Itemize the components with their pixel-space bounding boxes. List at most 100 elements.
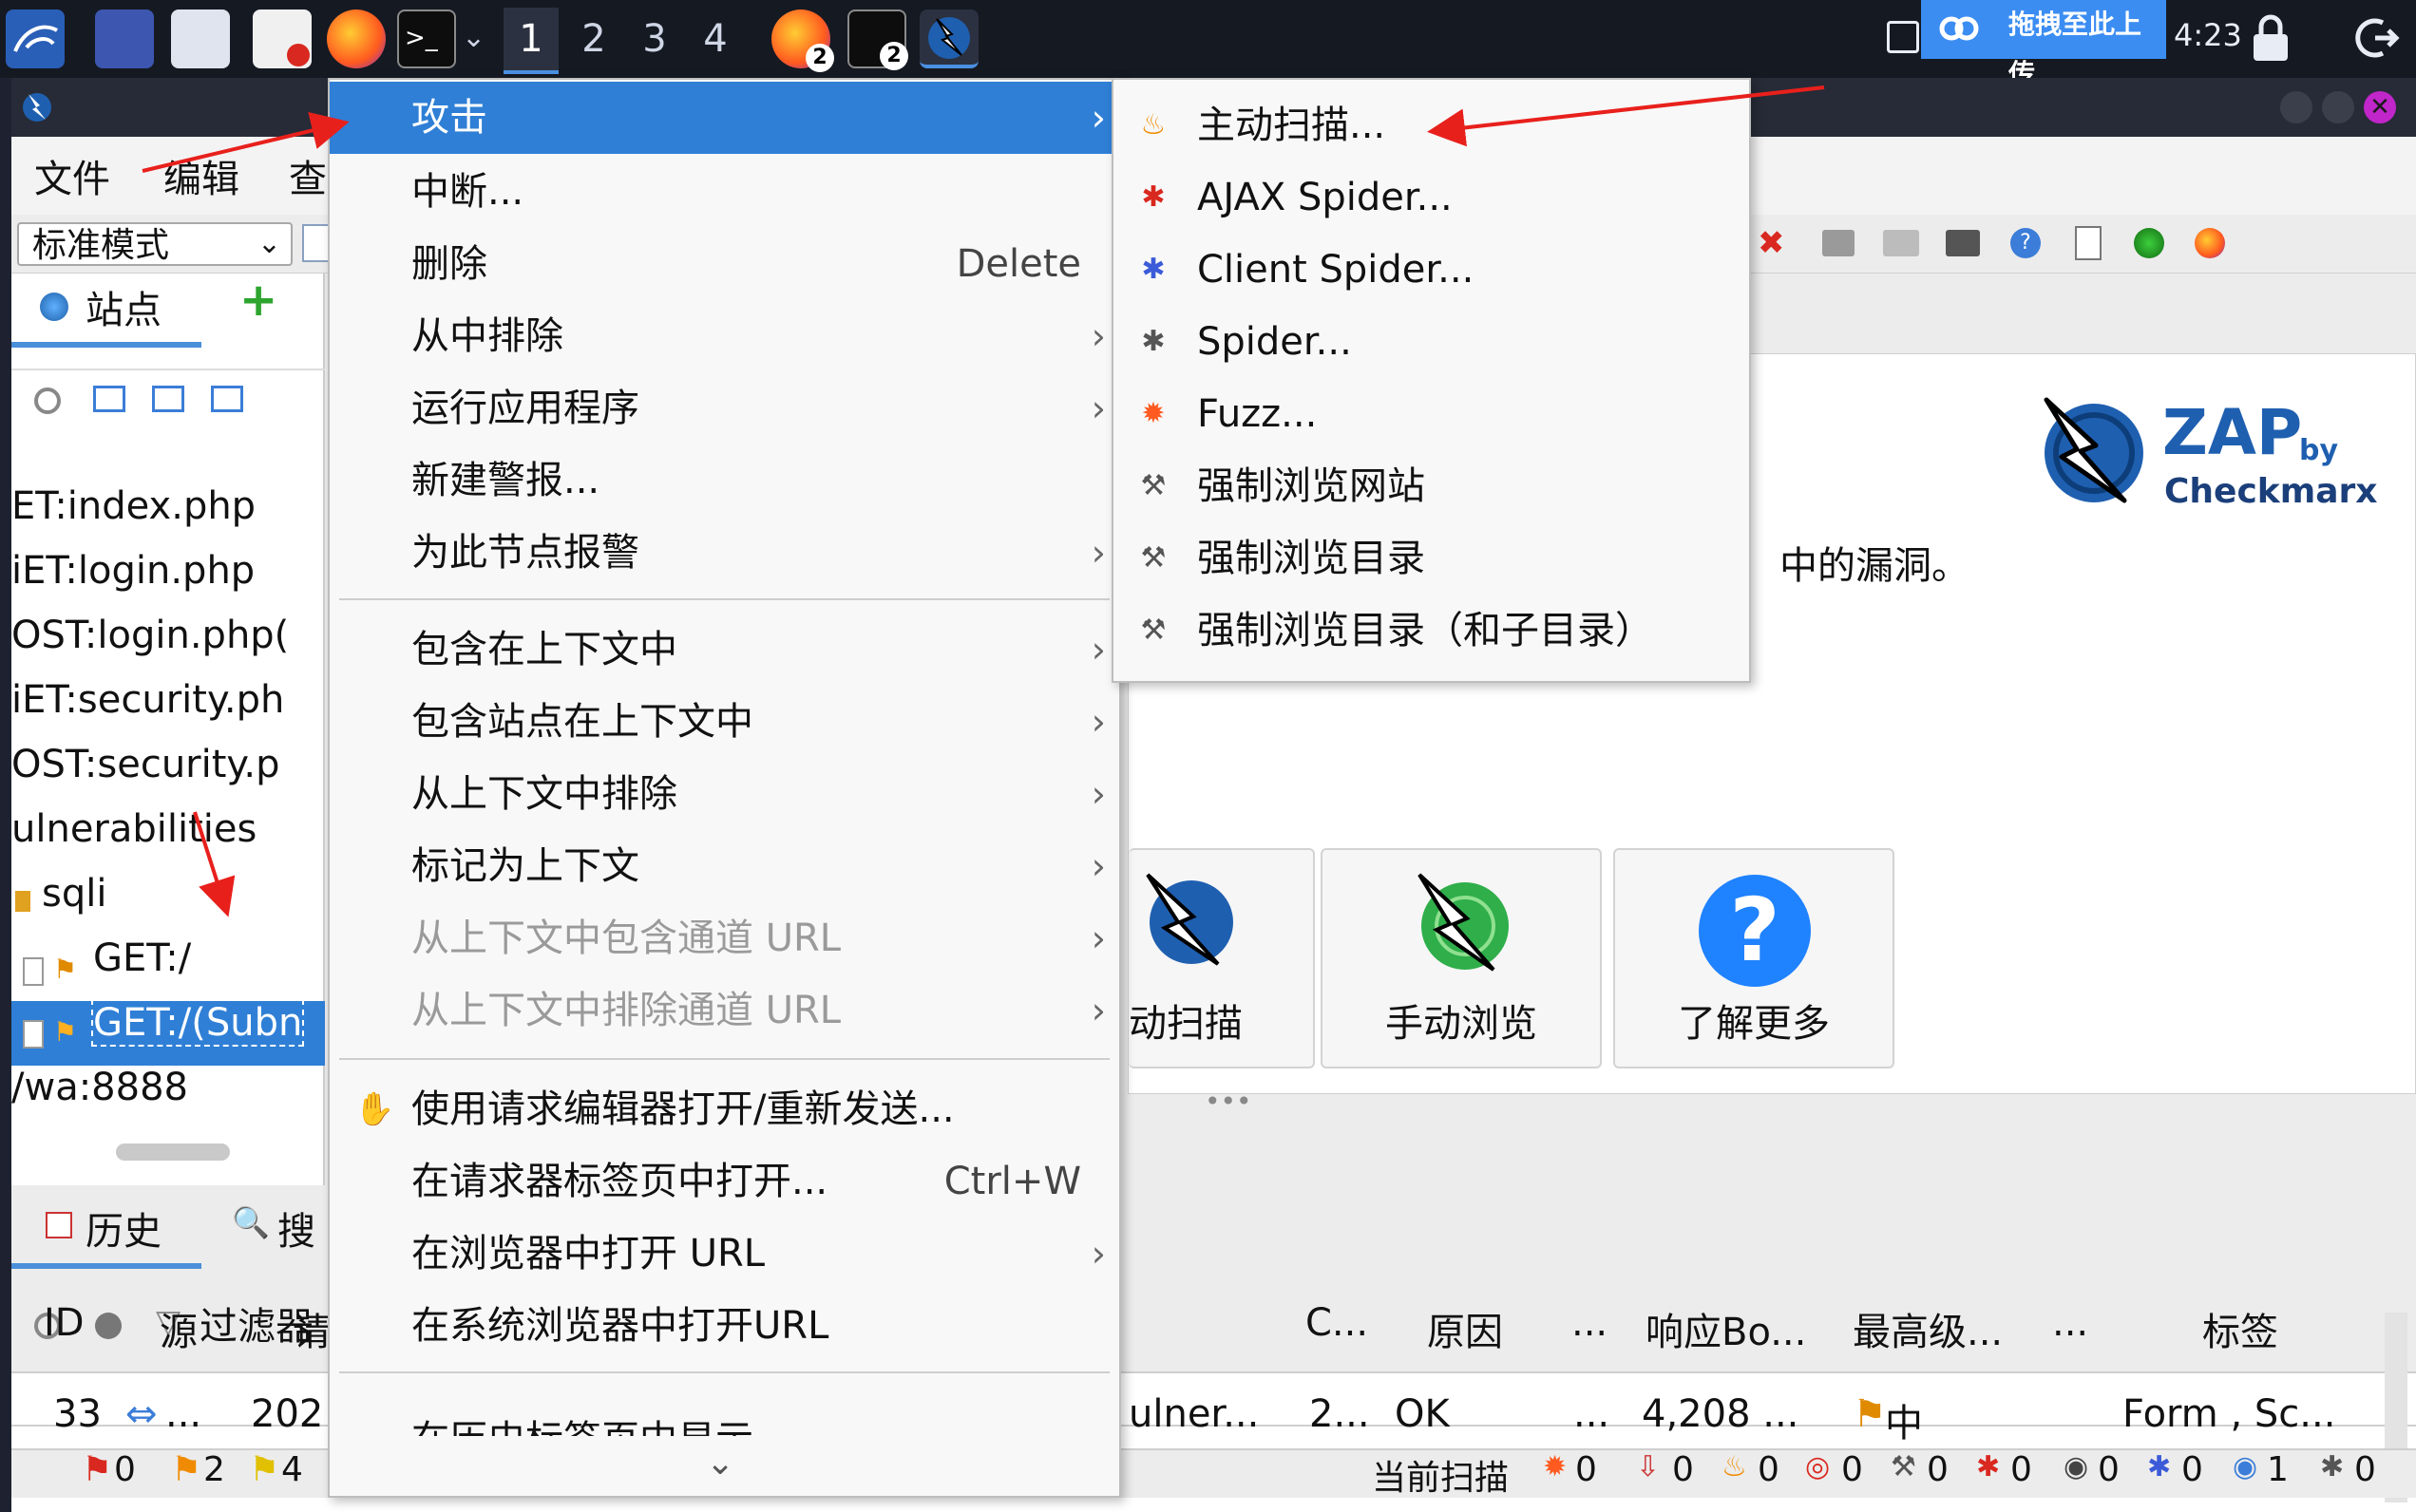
horizontal-scrollbar[interactable] <box>116 1143 230 1161</box>
delete-icon[interactable]: ✖ <box>1758 227 1788 259</box>
workspace-3[interactable]: 3 <box>627 8 682 70</box>
new-session-icon[interactable] <box>302 224 331 262</box>
kali-menu-icon[interactable] <box>6 9 65 68</box>
export-context-icon[interactable] <box>211 386 243 412</box>
menu-item-flag-as-context[interactable]: 标记为上下文 › <box>330 830 1119 902</box>
mode-select[interactable]: 标准模式 ⌄ <box>17 222 293 266</box>
submenu-item-forced-browse-site[interactable]: ⚒ 强制浏览网站 <box>1113 450 1749 522</box>
menu-item-include-site-in-context[interactable]: 包含站点在上下文中 › <box>330 686 1119 758</box>
keyboard-icon[interactable] <box>1822 230 1855 256</box>
clock: 4:23 <box>2174 17 2242 53</box>
submenu-item-fuzz[interactable]: ✹ Fuzz... <box>1113 378 1749 450</box>
menu-item-new-alert[interactable]: 新建警报... <box>330 444 1119 517</box>
automated-scan-button[interactable]: 动扫描 <box>1129 848 1315 1068</box>
status-green-icon[interactable] <box>2134 228 2164 258</box>
cell-id: 33 <box>53 1392 102 1436</box>
cell-request: 202 <box>251 1392 324 1436</box>
close-button[interactable]: ✕ <box>2364 91 2396 123</box>
tab-sites[interactable]: 站点 <box>86 279 162 334</box>
menu-item-delete[interactable]: 删除 Delete <box>330 228 1119 300</box>
console-icon[interactable] <box>1946 230 1980 256</box>
menu-view[interactable]: 查 <box>289 148 327 203</box>
chevron-right-icon: › <box>1091 845 1106 887</box>
menu-item-open-request-editor[interactable]: ✋ 使用请求编辑器打开/重新发送... <box>330 1073 1119 1145</box>
menu-item-run-application[interactable]: 运行应用程序 › <box>330 372 1119 444</box>
col-tags[interactable]: 标签 <box>2202 1301 2278 1356</box>
tree-node[interactable]: iET:security.ph <box>11 678 284 722</box>
tree-node[interactable]: iET:login.php <box>11 549 255 593</box>
tree-node[interactable]: ET:index.php <box>11 484 256 528</box>
chevron-right-icon: › <box>1091 387 1106 429</box>
menu-item-open-url-in-browser[interactable]: 在浏览器中打开 URL › <box>330 1218 1119 1290</box>
browser-icon[interactable] <box>2195 228 2225 258</box>
tree-node[interactable]: OST:login.php( <box>11 614 289 657</box>
firefox-icon[interactable] <box>327 9 386 68</box>
menu-item-open-url-in-system-browser[interactable]: 在系统浏览器中打开URL <box>330 1290 1119 1362</box>
col-code[interactable]: C... <box>1305 1301 1368 1345</box>
display-icon[interactable] <box>1887 21 1919 53</box>
menu-item-break[interactable]: 中断... <box>330 156 1119 228</box>
import-context-icon[interactable] <box>152 386 184 412</box>
menu-item-show-in-history[interactable]: 在历史标签页中显示 <box>330 1394 1119 1436</box>
logout-icon[interactable] <box>2354 15 2400 61</box>
add-icon[interactable]: + <box>239 274 277 327</box>
menu-item-attack[interactable]: 攻击 › <box>330 82 1119 154</box>
help-icon[interactable]: ? <box>2010 228 2041 258</box>
col-reason[interactable]: 原因 <box>1427 1301 1503 1356</box>
menu-item-open-in-requester[interactable]: 在请求器标签页中打开... Ctrl+W <box>330 1145 1119 1218</box>
workspace-2[interactable]: 2 <box>566 8 621 70</box>
file-manager-icon[interactable] <box>171 9 230 68</box>
menu-item-alerts-for-node[interactable]: 为此节点报警 › <box>330 517 1119 589</box>
workspace-1[interactable]: 1 <box>504 8 559 74</box>
col-id[interactable]: ID <box>44 1301 85 1345</box>
menu-item-exclude-from-context[interactable]: 从上下文中排除 › <box>330 758 1119 830</box>
welcome-text: 中的漏洞。 <box>1779 544 1969 588</box>
col-request[interactable]: 请 <box>293 1301 331 1356</box>
menu-item-include-in-context[interactable]: 包含在上下文中 › <box>330 614 1119 686</box>
upload-widget[interactable]: 拖拽至此上传 <box>1921 0 2166 89</box>
tree-node[interactable]: GET:/ <box>93 936 191 980</box>
menu-item-exclude[interactable]: 从中排除 › <box>330 300 1119 372</box>
maximize-button[interactable] <box>2322 91 2354 123</box>
scroll-down-icon[interactable]: ⌄ <box>706 1444 734 1483</box>
workspace-4[interactable]: 4 <box>688 8 743 70</box>
new-context-icon[interactable] <box>93 386 125 412</box>
submenu-item-ajax-spider[interactable]: ✱ AJAX Spider... <box>1113 161 1749 234</box>
menu-edit[interactable]: 编辑 <box>163 148 239 203</box>
hud-icon[interactable] <box>1883 230 1919 256</box>
tree-node[interactable]: OST:security.p <box>11 743 280 786</box>
col-response-body[interactable]: 响应Bo... <box>1646 1301 1806 1356</box>
text-editor-icon[interactable] <box>253 9 312 68</box>
col-note[interactable]: ... <box>2052 1301 2088 1345</box>
tab-history[interactable]: 历史 <box>86 1200 162 1256</box>
minimize-button[interactable] <box>2280 91 2312 123</box>
notes-icon[interactable] <box>2075 226 2102 260</box>
submenu-item-active-scan[interactable]: ♨ 主动扫描... <box>1113 89 1749 161</box>
tree-node[interactable]: ulnerabilities <box>11 807 257 851</box>
submenu-item-spider[interactable]: ✱ Spider... <box>1113 306 1749 378</box>
globe-icon[interactable] <box>95 1313 122 1339</box>
tab-search[interactable]: 搜 <box>277 1200 315 1256</box>
learn-more-button[interactable]: ? 了解更多 <box>1613 848 1894 1068</box>
submenu-item-client-spider[interactable]: ✱ Client Spider... <box>1113 234 1749 306</box>
target-icon[interactable] <box>34 387 61 414</box>
chevron-down-icon[interactable]: ⌄ <box>462 21 485 54</box>
tree-node-selected[interactable]: GET:/(Subn <box>90 999 305 1047</box>
split-handle[interactable]: ••• <box>1205 1086 1252 1117</box>
menu-file[interactable]: 文件 <box>34 148 110 203</box>
hammer-icon: ⚒ <box>1140 469 1167 502</box>
submenu-item-forced-browse-directory-recursive[interactable]: ⚒ 强制浏览目录（和子目录） <box>1113 595 1749 667</box>
col-highest-alert[interactable]: 最高级... <box>1853 1301 2003 1356</box>
lock-icon[interactable] <box>2250 13 2292 63</box>
manual-explore-button[interactable]: 手动浏览 <box>1321 848 1602 1068</box>
tree-node[interactable]: /wa:8888 <box>11 1066 188 1109</box>
tree-node[interactable]: sqli <box>42 872 106 916</box>
col-source[interactable]: 源 <box>160 1301 198 1356</box>
terminal-task-icon[interactable]: 2 <box>847 9 908 70</box>
firefox-task-icon[interactable]: 2 <box>771 9 834 72</box>
col-rtt[interactable]: ... <box>1571 1301 1607 1345</box>
zap-task-icon[interactable] <box>920 9 979 68</box>
terminal-icon[interactable]: >_ <box>397 9 456 68</box>
submenu-item-forced-browse-directory[interactable]: ⚒ 强制浏览目录 <box>1113 522 1749 595</box>
show-desktop-icon[interactable] <box>95 9 154 68</box>
